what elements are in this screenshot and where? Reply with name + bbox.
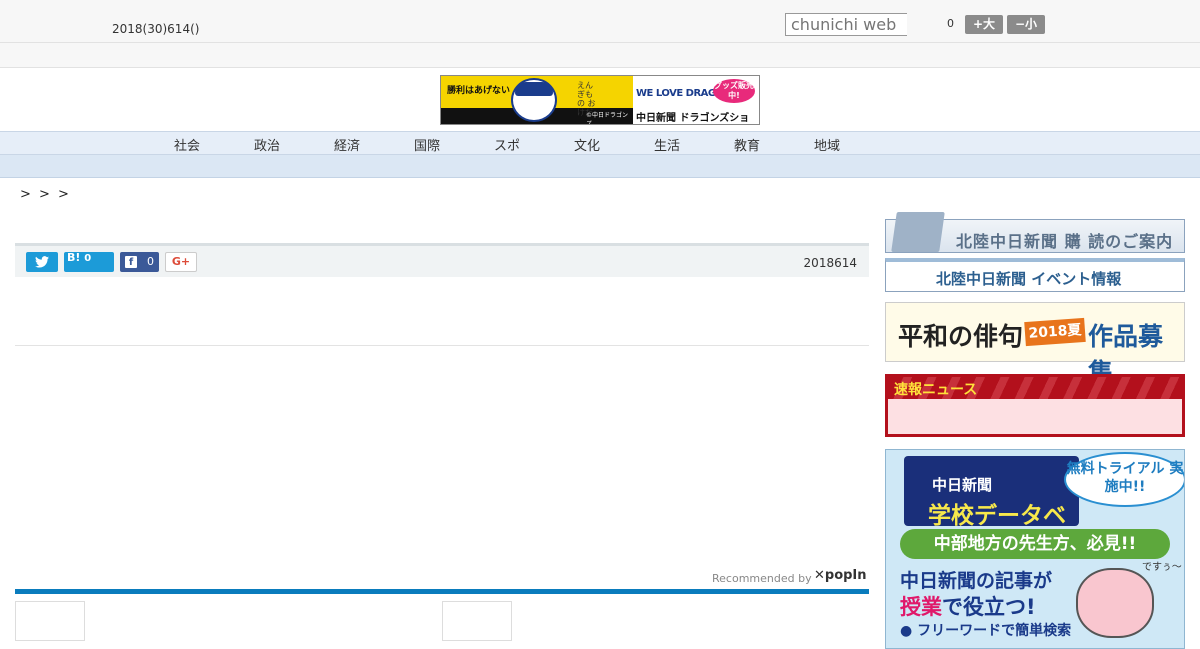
twitter-share-button[interactable] [26, 252, 58, 272]
breadcrumb[interactable]: > > > [20, 187, 71, 202]
share-bar: B! 0 f 0 G+ 2018614 [15, 243, 869, 277]
school-db-message-2b: で役立つ! [942, 595, 1036, 619]
recommend-label: Recommended by [712, 572, 812, 585]
header-date: 2018(30)614() [112, 22, 200, 36]
popin-logo[interactable]: ✕popIn [814, 568, 867, 583]
breaking-news-header: 速報ニュース [888, 377, 1182, 399]
hatena-count: 0 [84, 253, 92, 264]
events-banner[interactable]: 北陸中日新聞 イベント情報 [885, 258, 1185, 292]
nav-item[interactable]: 政治 [247, 135, 287, 154]
hatena-label: B! [67, 251, 81, 264]
school-db-message-2a: 授業 [900, 595, 942, 619]
sub-nav [0, 155, 1200, 178]
school-db-message-1: 中日新聞の記事が [900, 570, 1053, 592]
pig-speech: ですぅ〜 [1142, 562, 1182, 573]
haiku-year-badge: 2018夏 [1024, 317, 1086, 347]
counter-value: 0 [947, 17, 954, 30]
dragons-shop-banner[interactable]: 勝利はあげない えんぎもの おけだ ©中日ドラゴンズ WE LOVE DRAGO… [440, 75, 760, 125]
hatena-bookmark-button[interactable]: B! 0 [64, 252, 114, 272]
banner-catch-left: 勝利はあげない [447, 86, 511, 96]
teachers-banner: 中部地方の先生方、必見!! [900, 529, 1170, 559]
school-db-message-2: 授業で役立つ! [900, 591, 1036, 621]
pig-mascot-icon [1076, 568, 1154, 638]
nav-item[interactable]: 生活 [647, 135, 687, 154]
nav-item[interactable]: 国際 [407, 135, 447, 154]
free-trial-badge: 無料トライアル 実施中!! [1064, 452, 1184, 507]
nav-item[interactable]: 経済 [327, 135, 367, 154]
divider [15, 345, 869, 346]
font-large-button[interactable]: +大 [965, 15, 1003, 34]
banner-right-panel: WE LOVE DRAGONS 中日新聞 ドラゴンズショップ グッズ販売中! [633, 76, 759, 124]
mascot-icon [511, 78, 557, 122]
search-input[interactable] [785, 13, 907, 36]
recommend-card[interactable] [442, 601, 512, 641]
facebook-icon: f [125, 256, 137, 268]
banner-goods-badge: グッズ販売中! [713, 79, 755, 103]
recommend-bar [15, 589, 869, 594]
nav-item[interactable]: 地域 [807, 135, 847, 154]
banner-copyright: ©中日ドラゴンズ [586, 112, 629, 125]
facebook-count: 0 [147, 255, 154, 268]
subscribe-text: 北陸中日新聞 購 読のご案内 [956, 232, 1174, 251]
banner-left-panel: 勝利はあげない えんぎもの おけだ ©中日ドラゴンズ [441, 76, 633, 124]
nav-item[interactable]: スポ [487, 135, 527, 154]
school-db-message-3: ● フリーワードで簡単検索 [900, 623, 1072, 639]
school-db-logo-line1: 中日新聞 [932, 476, 993, 494]
top-bar: 2018(30)614() 0 +大 −小 [0, 0, 1200, 43]
haiku-title: 平和の俳句 [898, 322, 1024, 351]
banner-shop-name: 中日新聞 ドラゴンズショップ [636, 113, 750, 124]
school-db-logo: 中日新聞 学校データベース [904, 456, 1079, 563]
recommend-card[interactable] [15, 601, 85, 641]
subscribe-banner[interactable]: 北陸中日新聞 購 読のご案内 [885, 212, 1185, 253]
events-text: 北陸中日新聞 イベント情報 [936, 270, 1122, 288]
nav-item[interactable]: 文化 [567, 135, 607, 154]
font-small-button[interactable]: −小 [1007, 15, 1045, 34]
breaking-news-title: 速報ニュース [894, 382, 978, 398]
book-icon [891, 212, 945, 252]
main-nav: 社会 政治 経済 国際 スポ 文化 生活 教育 地域 [0, 131, 1200, 155]
nav-item[interactable]: 教育 [727, 135, 767, 154]
haiku-banner[interactable]: 平和の俳句 2018夏 作品募集 [885, 302, 1185, 387]
school-database-banner[interactable]: 中日新聞 学校データベース 無料トライアル 実施中!! 中部地方の先生方、必見!… [885, 449, 1185, 649]
nav-item[interactable]: 社会 [167, 135, 207, 154]
breaking-news-box: 速報ニュース [885, 374, 1185, 437]
google-plus-button[interactable]: G+ [165, 252, 197, 272]
article-date: 2018614 [803, 256, 857, 270]
facebook-share-button[interactable]: f 0 [120, 252, 159, 272]
header-band [0, 43, 1200, 68]
twitter-icon [35, 256, 49, 268]
